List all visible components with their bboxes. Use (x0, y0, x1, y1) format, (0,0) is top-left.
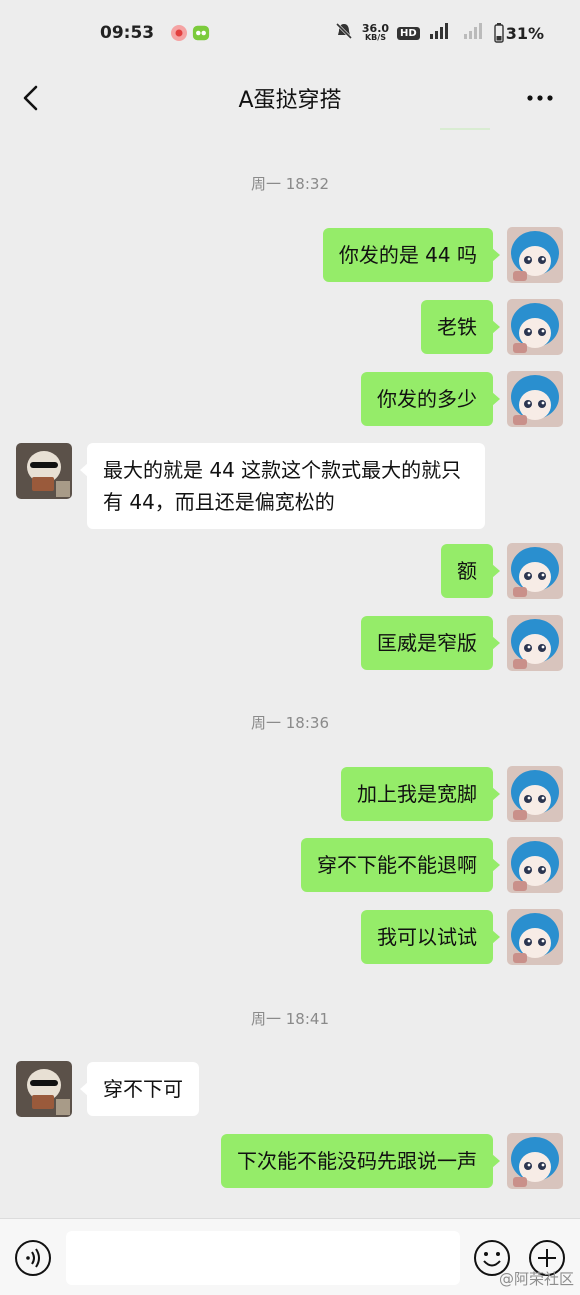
my-message-bubble[interactable]: 额 (441, 544, 500, 598)
signal-icon-2 (462, 21, 486, 45)
more-button[interactable] (522, 84, 558, 112)
signal-icon (428, 21, 454, 45)
more-icon (527, 95, 553, 101)
timestamp: 周一 18:32 (251, 175, 329, 193)
my-avatar[interactable] (507, 227, 563, 283)
contact-message-bubble[interactable]: 穿不下可 (80, 1062, 199, 1116)
my-message-bubble[interactable]: 你发的是 44 吗 (322, 228, 501, 282)
status-time: 09:53 (100, 23, 155, 43)
app-notification-icon (170, 24, 188, 42)
message-input[interactable] (66, 1231, 460, 1285)
status-bar: 09:53 36.0 KB/S HD 31% (0, 0, 580, 66)
chat-input-bar: @阿荣社区 (0, 1218, 580, 1295)
status-indicators: 36.0 KB/S HD 31% (334, 21, 544, 45)
back-arrow-icon (23, 85, 38, 111)
watermark: @阿荣社区 (498, 1270, 574, 1288)
anime-avatar-image (507, 909, 563, 965)
anime-avatar-image (507, 299, 563, 355)
back-button[interactable] (18, 82, 48, 114)
voice-input-button[interactable] (14, 1239, 52, 1277)
my-message-bubble[interactable]: 加上我是宽脚 (341, 767, 500, 821)
network-speed: 36.0 KB/S (361, 22, 390, 42)
anime-avatar-image (507, 837, 563, 893)
contact-message-bubble[interactable]: 最大的就是 44 这款这个款式最大的就只有 44，而且还是偏宽松的 (80, 443, 485, 529)
my-message-bubble[interactable]: 匡威是窄版 (361, 616, 500, 670)
my-avatar[interactable] (507, 299, 563, 355)
anime-avatar-image (507, 766, 563, 822)
anime-avatar-image (507, 1133, 563, 1189)
contact-avatar[interactable] (16, 443, 72, 499)
timestamp: 周一 18:36 (251, 714, 329, 732)
my-avatar[interactable] (507, 371, 563, 427)
anime-avatar-image (507, 615, 563, 671)
battery-indicator: 31% (494, 23, 544, 43)
my-avatar[interactable] (507, 1133, 563, 1189)
my-avatar[interactable] (507, 615, 563, 671)
my-message-bubble[interactable]: 我可以试试 (361, 910, 500, 964)
my-message-bubble[interactable]: 下次能不能没码先跟说一声 (221, 1134, 500, 1188)
timestamp: 周一 18:41 (251, 1010, 329, 1028)
my-message-bubble[interactable]: 你发的多少 (361, 372, 500, 426)
message-list[interactable]: 周一 18:32 你发的是 44 吗 老铁 你发的多少 最大的就是 44 这款这… (0, 130, 580, 1218)
my-avatar[interactable] (507, 909, 563, 965)
app-notification-icon-2 (192, 24, 210, 42)
anime-avatar-image (507, 227, 563, 283)
anime-avatar-image (507, 543, 563, 599)
chat-title: A蛋挞穿搭 (238, 88, 342, 113)
my-avatar[interactable] (507, 837, 563, 893)
voice-icon (15, 1240, 51, 1276)
contact-avatar-image (16, 443, 72, 499)
contact-avatar-image (16, 1061, 72, 1117)
anime-avatar-image (507, 371, 563, 427)
my-avatar[interactable] (507, 766, 563, 822)
contact-avatar[interactable] (16, 1061, 72, 1117)
chat-header: A蛋挞穿搭 (0, 66, 580, 130)
my-message-bubble[interactable]: 老铁 (421, 300, 500, 354)
mute-icon (334, 21, 354, 45)
hd-badge: HD (397, 26, 420, 40)
my-message-bubble[interactable]: 穿不下能不能退啊 (301, 838, 500, 892)
my-avatar[interactable] (507, 543, 563, 599)
